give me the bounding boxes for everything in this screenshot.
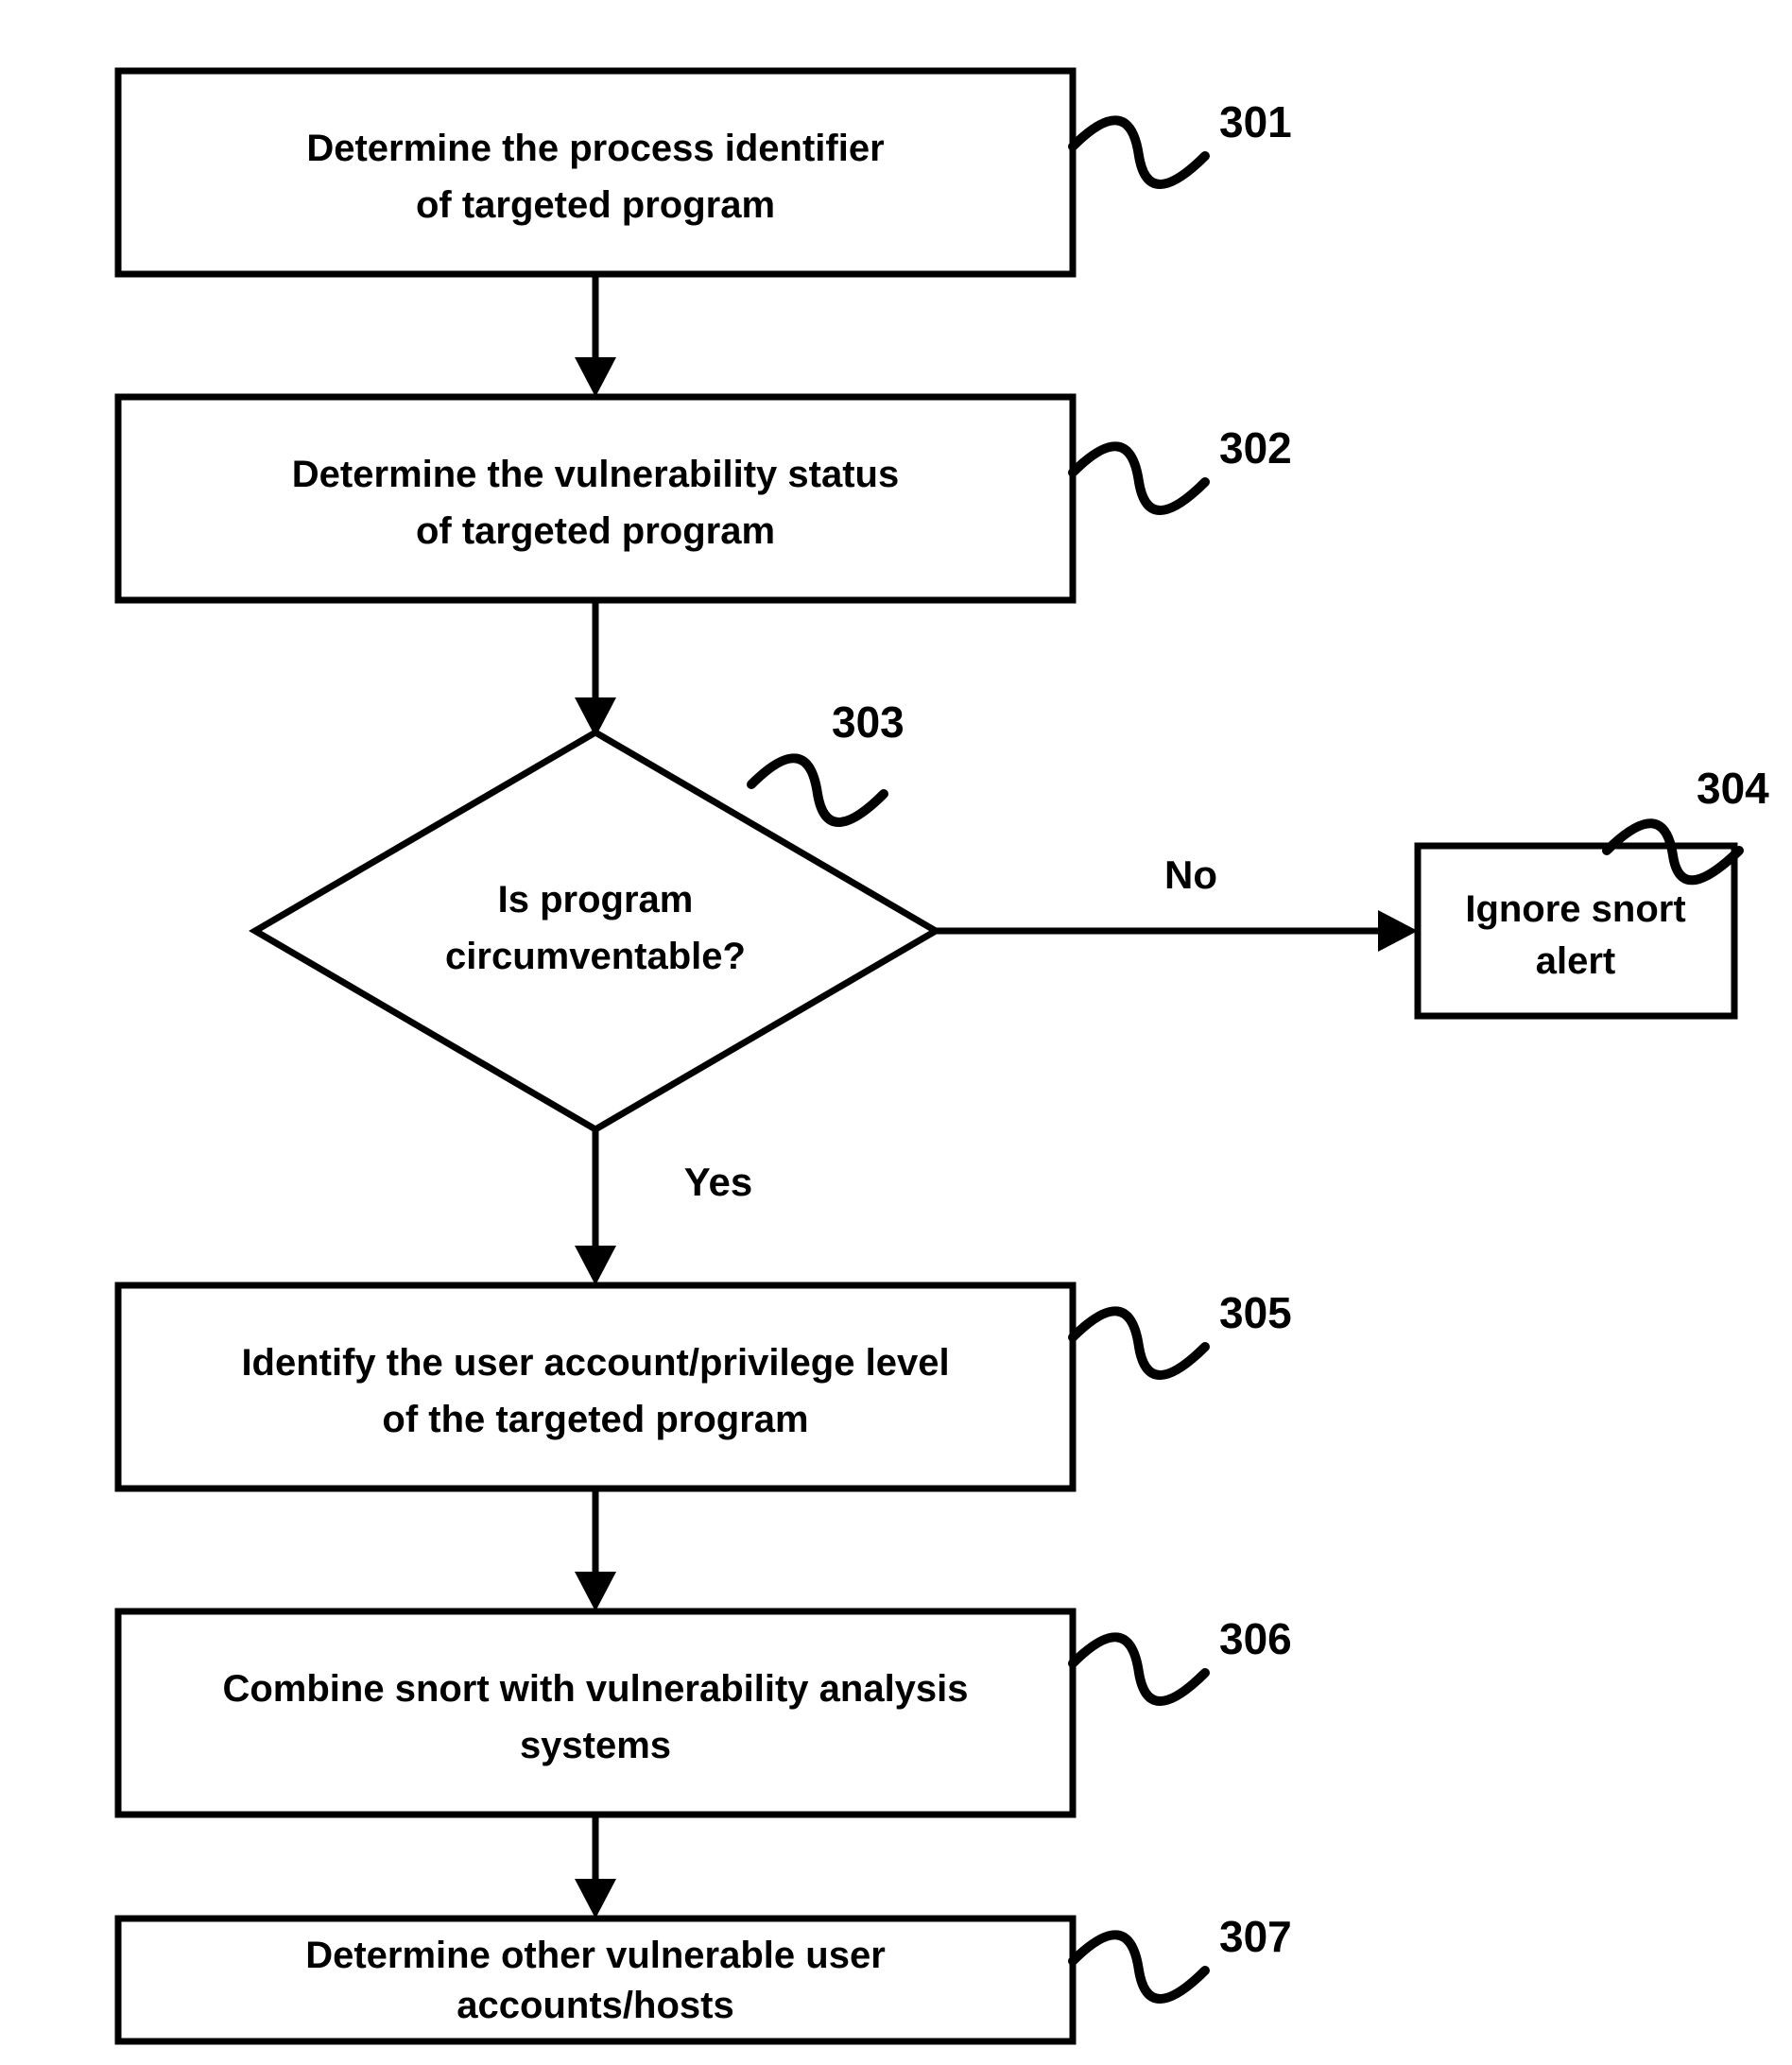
callout-307-curve bbox=[1073, 1935, 1205, 1999]
node-301: Determine the process identifier of targ… bbox=[118, 71, 1073, 274]
node-304: Ignore snort alert bbox=[1418, 846, 1734, 1016]
node-301-line2: of targeted program bbox=[416, 184, 775, 226]
node-301-line1: Determine the process identifier bbox=[306, 128, 884, 169]
node-302-line1: Determine the vulnerability status bbox=[292, 454, 899, 495]
callout-306-curve bbox=[1073, 1637, 1205, 1701]
node-307: Determine other vulnerable user accounts… bbox=[118, 1919, 1073, 2041]
node-306-line2: systems bbox=[520, 1725, 671, 1766]
node-303-line2: circumventable? bbox=[445, 936, 746, 977]
edge-301-302 bbox=[575, 274, 616, 397]
edge-303-305: Yes bbox=[575, 1129, 752, 1285]
edge-302-303 bbox=[575, 600, 616, 737]
node-307-line2: accounts/hosts bbox=[457, 1985, 733, 2026]
callout-303: 303 bbox=[832, 697, 905, 747]
callout-301-curve bbox=[1073, 120, 1205, 184]
edge-303-304: No bbox=[936, 852, 1418, 952]
edge-305-306 bbox=[575, 1489, 616, 1611]
node-306-line1: Combine snort with vulnerability analysi… bbox=[222, 1668, 968, 1710]
edge-306-307 bbox=[575, 1815, 616, 1919]
node-305-line1: Identify the user account/privilege leve… bbox=[241, 1342, 949, 1384]
node-303-line1: Is program bbox=[498, 879, 694, 921]
node-305-line2: of the targeted program bbox=[382, 1399, 808, 1440]
callout-306: 306 bbox=[1219, 1614, 1292, 1663]
flowchart: Determine the process identifier of targ… bbox=[0, 0, 1792, 2065]
node-302: Determine the vulnerability status of ta… bbox=[118, 397, 1073, 600]
edge-label-yes: Yes bbox=[684, 1160, 752, 1204]
callout-305: 305 bbox=[1219, 1288, 1292, 1337]
callout-301: 301 bbox=[1219, 97, 1292, 146]
node-304-line2: alert bbox=[1536, 940, 1616, 982]
callout-303-curve bbox=[751, 758, 884, 822]
callout-305-curve bbox=[1073, 1311, 1205, 1375]
node-306: Combine snort with vulnerability analysi… bbox=[118, 1611, 1073, 1815]
callout-307: 307 bbox=[1219, 1912, 1292, 1961]
callout-302: 302 bbox=[1219, 423, 1292, 473]
node-307-line1: Determine other vulnerable user bbox=[305, 1935, 886, 1976]
node-302-line2: of targeted program bbox=[416, 510, 775, 552]
edge-label-no: No bbox=[1164, 852, 1217, 897]
node-305: Identify the user account/privilege leve… bbox=[118, 1285, 1073, 1489]
callout-304: 304 bbox=[1697, 764, 1769, 813]
node-303: Is program circumventable? bbox=[255, 732, 936, 1129]
node-304-line1: Ignore snort bbox=[1465, 888, 1685, 930]
callout-302-curve bbox=[1073, 446, 1205, 510]
